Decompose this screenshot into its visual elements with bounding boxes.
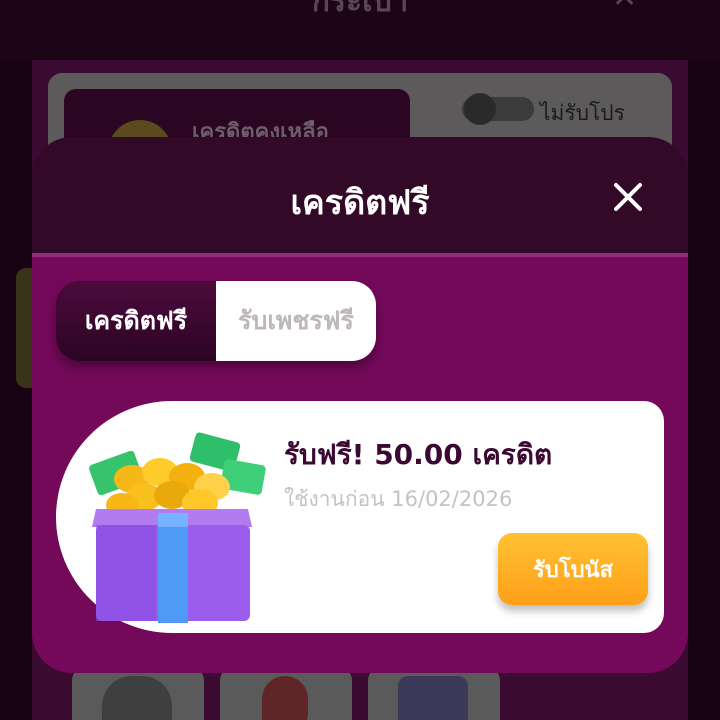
close-icon [614, 183, 642, 211]
tab-free-diamonds[interactable]: รับเพชรฟรี [216, 281, 376, 361]
claim-bonus-button[interactable]: รับโบนัส [498, 533, 648, 605]
clock-icon [102, 676, 172, 720]
background-tile-store [368, 668, 500, 720]
location-pin-icon [262, 676, 308, 720]
background-toggle-knob [464, 93, 496, 125]
promo-expiry: ใช้งานก่อน 16/02/2026 [284, 487, 513, 511]
modal-title: เครดิตฟรี [290, 183, 430, 223]
gift-icon [89, 432, 266, 623]
background-tile-location [220, 668, 352, 720]
background-tile-clock [72, 668, 204, 720]
store-icon [398, 676, 468, 720]
promo-title: รับฟรี! 50.00 เครดิต [284, 438, 553, 471]
tab-bar: เครดิตฟรี รับเพชรฟรี [56, 281, 376, 361]
background-toggle-label: ไม่รับโปร [540, 101, 625, 125]
close-button[interactable] [600, 173, 656, 221]
modal-header: เครดิตฟรี [32, 137, 688, 257]
background-close-icon: ✕ [612, 0, 637, 15]
background-header: กระเป๋า ✕ [0, 0, 720, 60]
tab-free-credit[interactable]: เครดิตฟรี [56, 281, 216, 361]
free-credit-modal: เครดิตฟรี เครดิตฟรี รับเพชรฟรี รับฟรี! 5… [32, 137, 688, 673]
